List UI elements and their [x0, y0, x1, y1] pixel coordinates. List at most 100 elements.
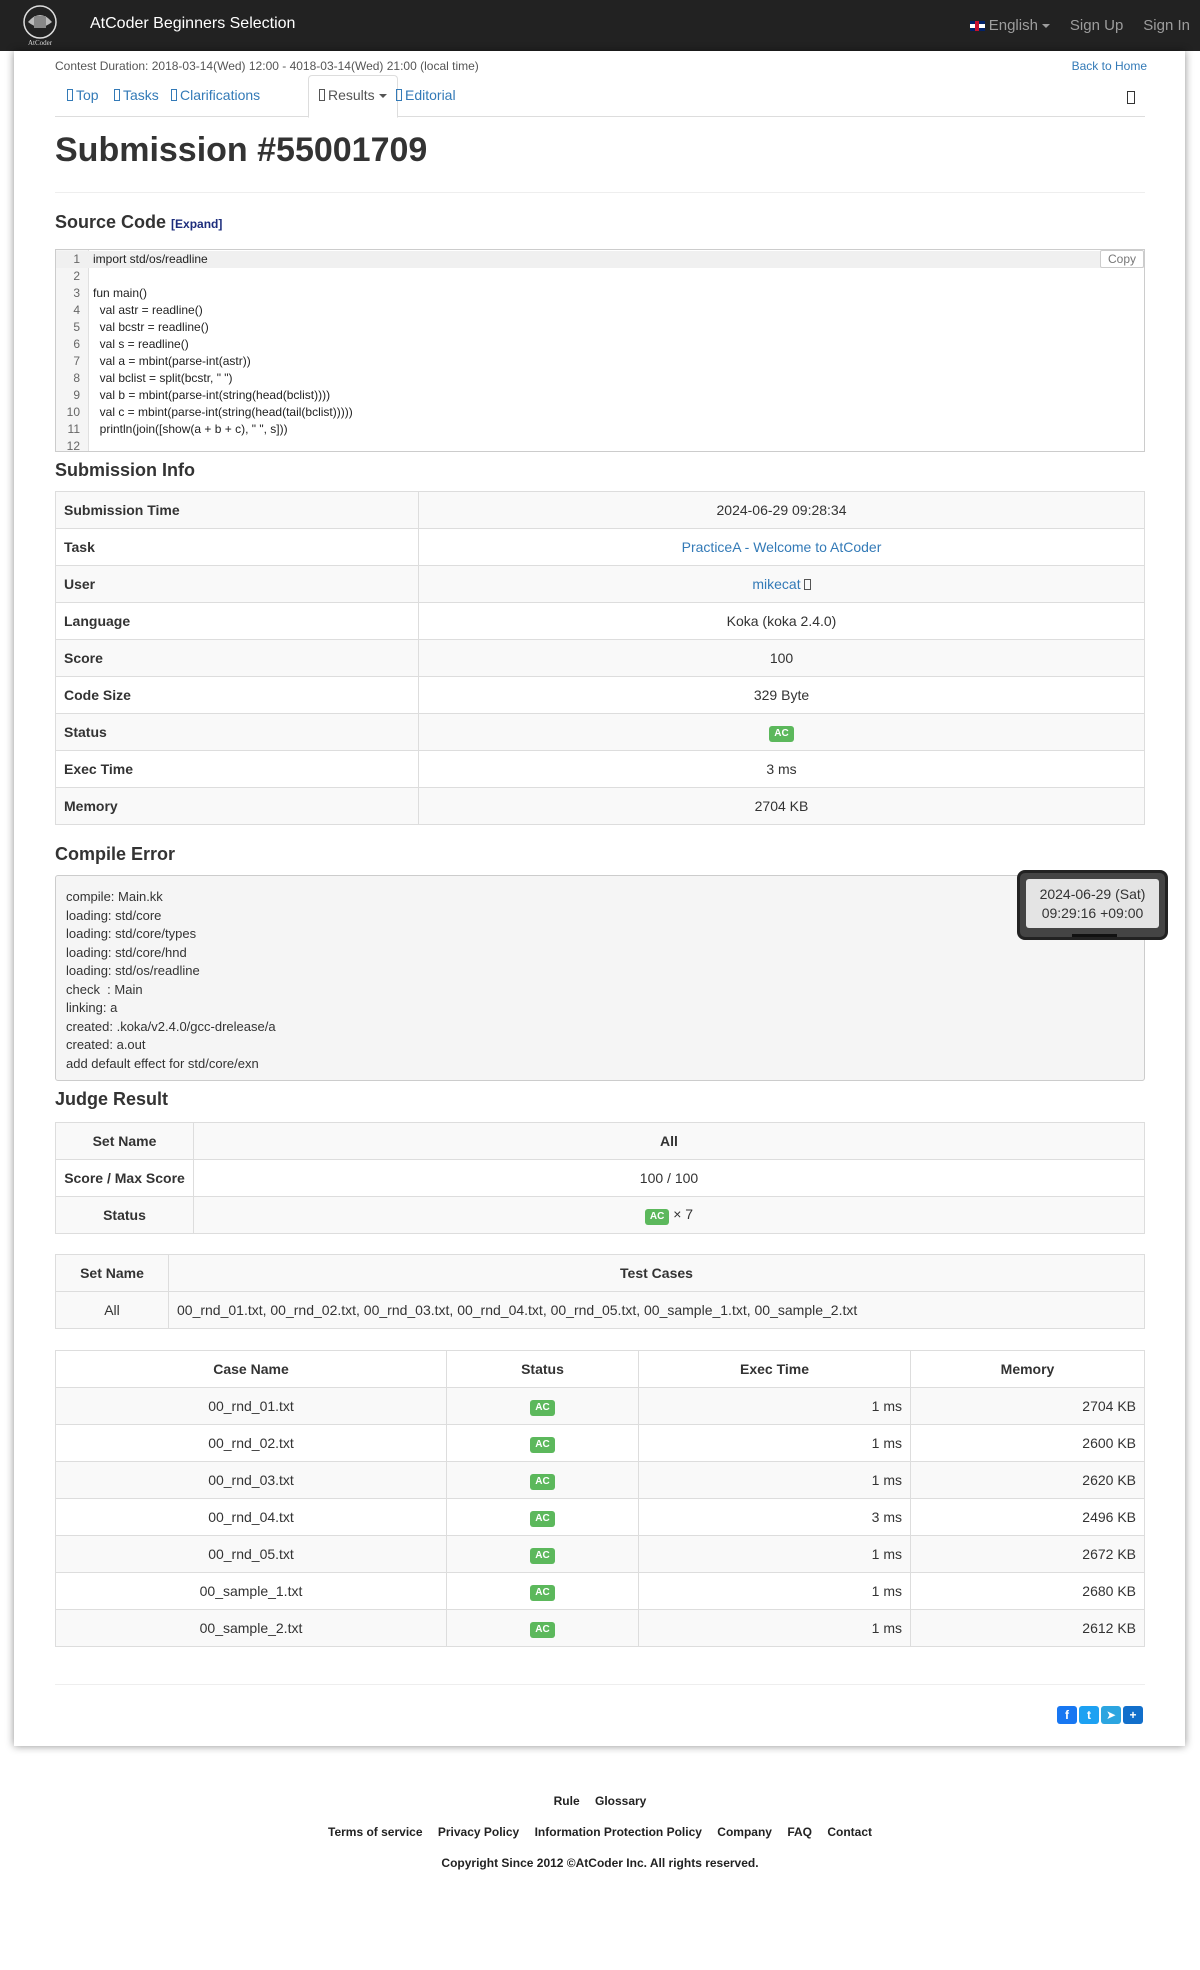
footer-contact-link[interactable]: Contact [827, 1825, 872, 1839]
case-memory: 2704 KB [910, 1387, 1145, 1425]
set-name-value: All [193, 1122, 1145, 1160]
facebook-icon[interactable]: f [1057, 1706, 1077, 1724]
case-status: AC [446, 1387, 639, 1425]
status-badge: AC [769, 725, 794, 742]
line-number: 8 [73, 371, 80, 385]
case-row: 00_sample_2.txt AC 1 ms 2612 KB [55, 1609, 1145, 1647]
divider [55, 1684, 1145, 1685]
language-dropdown[interactable]: English [960, 17, 1060, 34]
code-line: 8 val bclist = split(bcstr, " ") [56, 370, 1144, 387]
code-text: val c = mbint(parse-int(string(head(tail… [93, 405, 353, 419]
code-lines: 1 import std/os/readline 2 3 fun main() 4 val… [56, 251, 1144, 452]
contest-tabs: Top Tasks Clarifications Results Editori… [55, 75, 1145, 118]
cases-header: Status [446, 1350, 639, 1388]
code-line: 3 fun main() [56, 285, 1144, 302]
twitter-icon[interactable]: t [1079, 1706, 1099, 1724]
telegram-icon[interactable]: ➤ [1101, 1706, 1121, 1724]
footer-terms-link[interactable]: Terms of service [328, 1825, 423, 1839]
back-to-home-link[interactable]: Back to Home [1072, 59, 1147, 73]
share-plus-icon[interactable]: + [1123, 1706, 1143, 1724]
footer-copyright: Copyright Since 2012 ©AtCoder Inc. All r… [441, 1856, 759, 1870]
info-label: Language [55, 602, 419, 640]
copy-button[interactable]: Copy [1099, 250, 1144, 268]
line-number: 2 [73, 269, 80, 283]
sign-in-link[interactable]: Sign In [1133, 17, 1200, 34]
tooltip-time: 09:29:16 +09:00 [1041, 905, 1144, 921]
compile-line: check : Main [66, 981, 143, 997]
caret-down-icon [1041, 24, 1050, 29]
nav-brand[interactable]: AtCoder Beginners Selection [90, 15, 295, 33]
footer-faq-link[interactable]: FAQ [787, 1825, 812, 1839]
compile-line: linking: a [66, 1000, 118, 1015]
tab-clarifications[interactable]: Clarifications [171, 87, 260, 103]
info-label: Task [55, 528, 419, 566]
footer-glossary-link[interactable]: Glossary [595, 1794, 646, 1808]
tab-results[interactable]: Results [308, 75, 398, 118]
sets-header: Set Name [55, 1254, 169, 1292]
info-value: 100 [418, 639, 1145, 677]
line-number: 1 [73, 252, 80, 266]
sign-up-link[interactable]: Sign Up [1060, 17, 1133, 34]
line-number: 4 [73, 303, 80, 317]
task-link[interactable]: PracticeA - Welcome to AtCoder [682, 539, 882, 555]
line-number: 5 [73, 320, 80, 334]
case-memory: 2612 KB [910, 1609, 1145, 1647]
tasks-icon [114, 89, 120, 101]
case-status: AC [446, 1424, 639, 1462]
info-label: Score [55, 639, 419, 677]
case-name: 00_sample_1.txt [55, 1572, 447, 1610]
footer-info-protection-link[interactable]: Information Protection Policy [535, 1825, 702, 1839]
case-name: 00_sample_2.txt [55, 1609, 447, 1647]
expand-link[interactable]: [Expand] [171, 217, 222, 231]
info-value: mikecat [418, 565, 1145, 603]
code-line: 6 val s = readline() [56, 336, 1144, 353]
info-value: AC [418, 713, 1145, 751]
code-line: 12 [56, 438, 1144, 452]
code-line: 4 val astr = readline() [56, 302, 1144, 319]
compile-line: loading: std/core/types [66, 926, 197, 941]
info-value: Koka (koka 2.4.0) [418, 602, 1145, 640]
code-text: fun main() [93, 286, 148, 300]
case-row: 00_rnd_04.txt AC 3 ms 2496 KB [55, 1498, 1145, 1536]
case-row: 00_rnd_01.txt AC 1 ms 2704 KB [55, 1387, 1145, 1425]
case-status: AC [446, 1572, 639, 1610]
footer-privacy-link[interactable]: Privacy Policy [438, 1825, 519, 1839]
search-user-icon[interactable] [803, 579, 811, 590]
status-badge: AC [530, 1621, 555, 1638]
code-line: 2 [56, 268, 1144, 285]
user-link[interactable]: mikecat [752, 576, 800, 592]
cases-header: Exec Time [638, 1350, 911, 1388]
test-cases-table: Case Name Status Exec Time Memory 00_rnd_01… [55, 1350, 1145, 1647]
judge-row-score: Score / Max Score 100 / 100 [55, 1159, 1145, 1197]
atcoder-logo[interactable]: AtCoder [14, 2, 66, 48]
compile-line: created: a.out [66, 1037, 146, 1052]
compile-line: loading: std/core [66, 907, 162, 923]
case-exec-time: 1 ms [638, 1461, 911, 1499]
source-code-box[interactable]: 1 import std/os/readline 2 3 fun main() 4 val… [55, 249, 1145, 452]
info-row: Language Koka (koka 2.4.0) [55, 602, 1145, 640]
code-text: val s = readline() [93, 337, 189, 351]
footer-company-link[interactable]: Company [717, 1825, 772, 1839]
info-value: 2024-06-29 09:28:34 [418, 491, 1145, 529]
caret-down-icon [378, 94, 387, 99]
case-exec-time: 3 ms [638, 1498, 911, 1536]
tab-editorial[interactable]: Editorial [396, 87, 456, 103]
case-status: AC [446, 1535, 639, 1573]
info-row: Submission Time 2024-06-29 09:28:34 [55, 491, 1145, 529]
clock-icon[interactable] [1127, 91, 1135, 104]
case-row: 00_rnd_05.txt AC 1 ms 2672 KB [55, 1535, 1145, 1573]
footer-rule-link[interactable]: Rule [554, 1794, 580, 1808]
line-number: 12 [66, 439, 80, 452]
info-value: 2704 KB [418, 787, 1145, 825]
sets-row: All 00_rnd_01.txt, 00_rnd_02.txt, 00_rnd_… [55, 1291, 1145, 1329]
info-row: User mikecat [55, 565, 1145, 603]
status-badge: AC [530, 1399, 555, 1416]
compile-line: add default effect for std/core/exn [66, 1055, 259, 1071]
list-icon [319, 89, 325, 101]
line-number: 10 [66, 405, 80, 419]
tab-tasks[interactable]: Tasks [114, 87, 159, 103]
submission-info-table: Submission Time 2024-06-29 09:28:34 Task Pr… [55, 491, 1145, 825]
case-memory: 2672 KB [910, 1535, 1145, 1573]
info-label: Submission Time [55, 491, 419, 529]
tab-top[interactable]: Top [67, 87, 99, 103]
